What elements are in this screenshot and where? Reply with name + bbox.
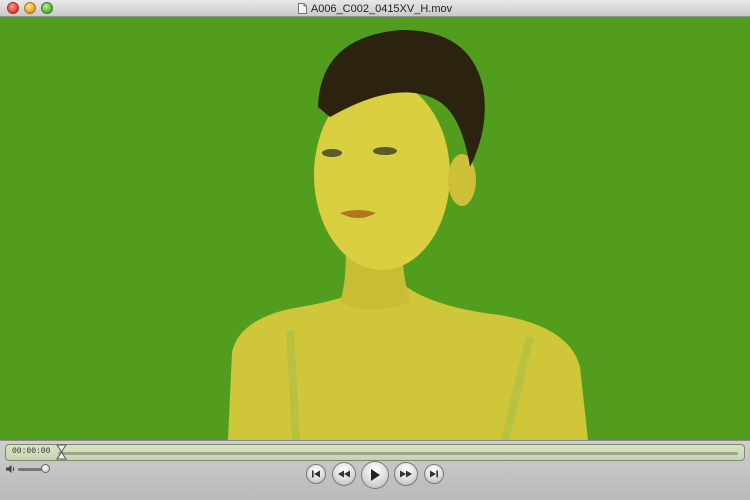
scrubber-bar[interactable]: 00:00:00	[5, 444, 745, 461]
window-title-group: A006_C002_0415XV_H.mov	[0, 0, 750, 17]
skip-to-start-button[interactable]	[306, 464, 326, 484]
playhead-icon[interactable]	[56, 444, 67, 460]
skip-to-end-button[interactable]	[424, 464, 444, 484]
playback-controls: 00:00:00	[0, 440, 750, 500]
play-icon	[371, 469, 380, 481]
window-title: A006_C002_0415XV_H.mov	[310, 2, 453, 15]
video-image	[0, 17, 750, 440]
quicktime-window: A006_C002_0415XV_H.mov 00:00:00	[0, 0, 750, 500]
skip-to-end-icon	[430, 470, 438, 478]
document-icon	[297, 3, 307, 14]
skip-to-start-icon	[312, 470, 320, 478]
rewind-button[interactable]	[332, 462, 356, 486]
fast-forward-icon	[400, 470, 412, 478]
title-bar[interactable]: A006_C002_0415XV_H.mov	[0, 0, 750, 17]
current-time: 00:00:00	[12, 447, 51, 456]
rewind-icon	[338, 470, 350, 478]
fast-forward-button[interactable]	[394, 462, 418, 486]
speaker-icon[interactable]	[5, 464, 17, 474]
volume-slider-knob[interactable]	[41, 464, 50, 473]
timeline-track[interactable]	[58, 452, 738, 455]
play-button[interactable]	[361, 461, 389, 489]
video-frame[interactable]	[0, 17, 750, 440]
